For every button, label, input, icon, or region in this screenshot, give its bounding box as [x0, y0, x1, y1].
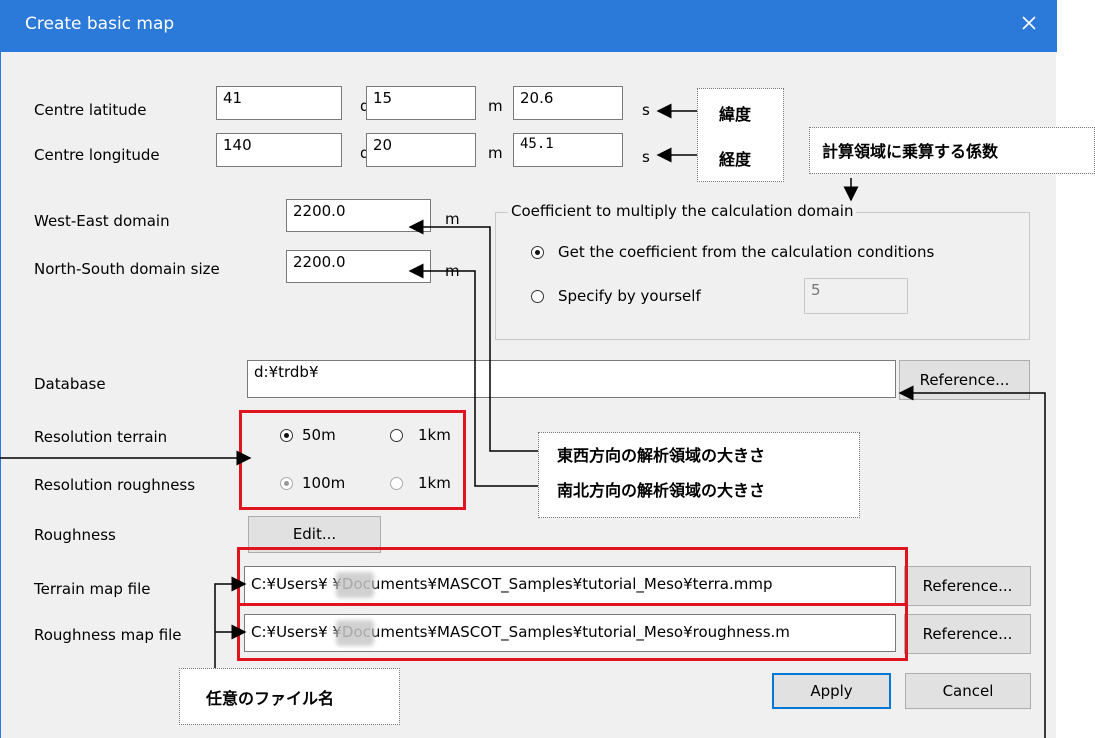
latitude-annotation: 緯度	[719, 105, 752, 124]
domain-size-callout: 東西方向の解析領域の大きさ 南北方向の解析領域の大きさ	[538, 432, 860, 518]
filename-callout: 任意のファイル名	[179, 668, 400, 725]
coefficient-annotation: 計算領域に乗算する係数	[822, 142, 999, 161]
north-south-annotation: 南北方向の解析領域の大きさ	[557, 481, 766, 500]
west-east-annotation: 東西方向の解析領域の大きさ	[557, 446, 766, 465]
lat-lon-callout: 緯度 経度	[697, 88, 784, 182]
coefficient-callout: 計算領域に乗算する係数	[809, 127, 1095, 174]
annotation-arrows	[0, 103, 1046, 738]
longitude-annotation: 経度	[719, 150, 752, 169]
filename-annotation: 任意のファイル名	[206, 689, 335, 708]
